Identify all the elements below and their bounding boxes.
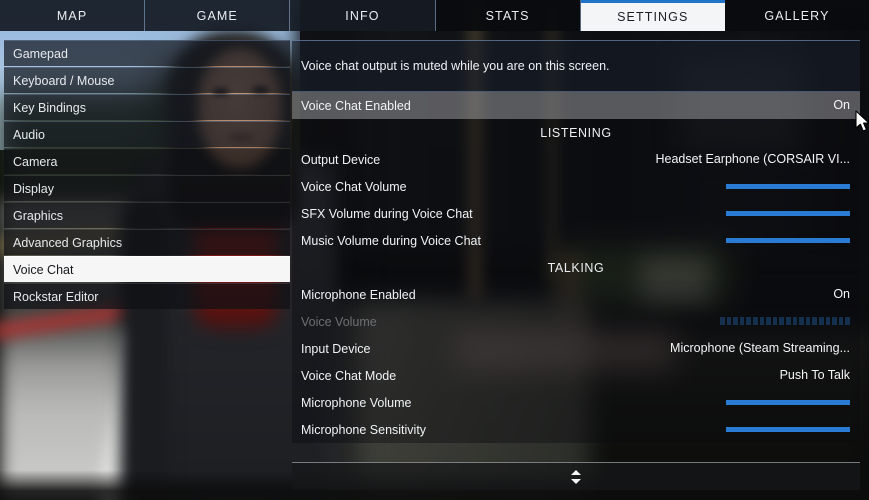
scroll-up-down-icon[interactable]	[570, 469, 582, 485]
tab-label: INFO	[345, 8, 380, 23]
setting-row-microphone-volume[interactable]: Microphone Volume	[292, 389, 860, 416]
sidebar-item-label: Audio	[13, 127, 45, 142]
setting-slider[interactable]	[726, 400, 850, 405]
tab-gallery[interactable]: GALLERY	[724, 0, 869, 31]
setting-row-microphone-sensitivity[interactable]: Microphone Sensitivity	[292, 416, 860, 443]
setting-value[interactable]: Headset Earphone (CORSAIR VI...	[655, 146, 850, 173]
setting-label: Voice Chat Mode	[301, 368, 397, 383]
tab-label: MAP	[56, 8, 88, 23]
sidebar-item-key-bindings[interactable]: Key Bindings	[4, 94, 290, 120]
setting-label: Input Device	[301, 341, 371, 356]
setting-label: Output Device	[301, 152, 381, 167]
scroll-indicator-bar[interactable]	[292, 462, 860, 490]
tab-settings[interactable]: SETTINGS	[580, 0, 725, 31]
tab-label: GALLERY	[764, 8, 830, 23]
sidebar-item-label: Keyboard / Mouse	[13, 73, 115, 88]
tab-label: GAME	[196, 8, 238, 23]
setting-label: Voice Chat Volume	[301, 179, 407, 194]
setting-row-sfx-volume-during-voice-chat[interactable]: SFX Volume during Voice Chat	[292, 200, 860, 227]
gta-settings-screen: MAP GAME INFO STATS SETTINGS GALLERY Gamepad K…	[0, 0, 869, 500]
sidebar-item-label: Display	[13, 181, 54, 196]
setting-row-voice-chat-enabled[interactable]: Voice Chat Enabled On	[292, 92, 860, 119]
sidebar-item-label: Camera	[13, 154, 58, 169]
setting-label: SFX Volume during Voice Chat	[301, 206, 473, 221]
sidebar-item-camera[interactable]: Camera	[4, 148, 290, 174]
setting-label: Voice Chat Enabled	[301, 98, 411, 113]
setting-row-voice-volume[interactable]: Voice Volume	[292, 308, 860, 335]
voice-chat-muted-message: Voice chat output is muted while you are…	[292, 40, 860, 92]
setting-label: Microphone Enabled	[301, 287, 416, 302]
sidebar-item-rockstar-editor[interactable]: Rockstar Editor	[4, 283, 290, 309]
sidebar-item-label: Graphics	[13, 208, 64, 223]
section-header-label: TALKING	[547, 260, 605, 275]
setting-value[interactable]: On	[833, 281, 850, 308]
tab-game[interactable]: GAME	[145, 0, 291, 31]
sidebar-item-label: Voice Chat	[13, 262, 74, 277]
setting-row-input-device[interactable]: Input Device Microphone (Steam Streaming.…	[292, 335, 860, 362]
setting-label: Voice Volume	[301, 314, 377, 329]
section-header-talking: TALKING	[292, 254, 860, 281]
tab-stats[interactable]: STATS	[435, 0, 581, 31]
setting-value[interactable]: On	[833, 92, 850, 119]
sidebar-item-label: Key Bindings	[13, 100, 86, 115]
section-header-listening: LISTENING	[292, 119, 860, 146]
sidebar-item-advanced-graphics[interactable]: Advanced Graphics	[4, 229, 290, 255]
tab-label: SETTINGS	[617, 10, 689, 24]
sidebar-item-graphics[interactable]: Graphics	[4, 202, 290, 228]
sidebar-item-label: Advanced Graphics	[13, 235, 123, 250]
section-header-label: LISTENING	[540, 125, 612, 140]
sidebar-item-voice-chat[interactable]: Voice Chat	[4, 256, 290, 282]
message-text: Voice chat output is muted while you are…	[301, 59, 610, 73]
settings-detail-panel: Voice chat output is muted while you are…	[292, 40, 860, 490]
sidebar-item-label: Rockstar Editor	[13, 289, 99, 304]
sidebar-item-display[interactable]: Display	[4, 175, 290, 201]
setting-row-voice-chat-mode[interactable]: Voice Chat Mode Push To Talk	[292, 362, 860, 389]
sidebar-item-gamepad[interactable]: Gamepad	[4, 40, 290, 66]
setting-slider[interactable]	[726, 427, 850, 432]
sidebar-item-label: Gamepad	[13, 46, 68, 61]
setting-value[interactable]: Push To Talk	[780, 362, 850, 389]
setting-slider[interactable]	[726, 238, 850, 243]
setting-row-voice-chat-volume[interactable]: Voice Chat Volume	[292, 173, 860, 200]
setting-slider[interactable]	[726, 184, 850, 189]
setting-row-output-device[interactable]: Output Device Headset Earphone (CORSAIR V…	[292, 146, 860, 173]
setting-label: Music Volume during Voice Chat	[301, 233, 481, 248]
sidebar-item-audio[interactable]: Audio	[4, 121, 290, 147]
tab-label: STATS	[485, 8, 530, 23]
main-tab-bar: MAP GAME INFO STATS SETTINGS GALLERY	[0, 0, 869, 31]
voice-volume-meter	[720, 317, 850, 325]
setting-label: Microphone Sensitivity	[301, 422, 427, 437]
tab-info[interactable]: INFO	[290, 0, 436, 31]
settings-category-sidebar: Gamepad Keyboard / Mouse Key Bindings Audio…	[4, 40, 290, 310]
setting-label: Microphone Volume	[301, 395, 412, 410]
sidebar-item-keyboard-mouse[interactable]: Keyboard / Mouse	[4, 67, 290, 93]
setting-row-music-volume-during-voice-chat[interactable]: Music Volume during Voice Chat	[292, 227, 860, 254]
settings-rows-container: Voice Chat Enabled On LISTENING Output Devi…	[292, 92, 860, 443]
setting-row-microphone-enabled[interactable]: Microphone Enabled On	[292, 281, 860, 308]
tab-map[interactable]: MAP	[0, 0, 146, 31]
setting-value[interactable]: Microphone (Steam Streaming...	[670, 335, 850, 362]
setting-slider[interactable]	[726, 211, 850, 216]
